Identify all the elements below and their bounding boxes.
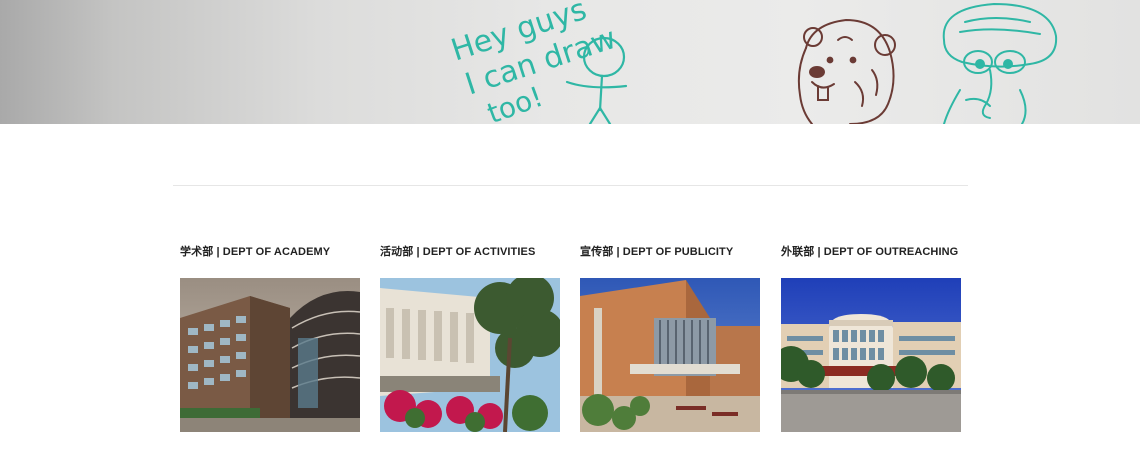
bear-doodle-icon bbox=[797, 18, 896, 124]
dept-title-publicity[interactable]: 宣传部 | DEPT OF PUBLICITY bbox=[580, 244, 761, 260]
dept-title-outreaching[interactable]: 外联部 | DEPT OF OUTREACHING bbox=[781, 244, 962, 260]
hero-banner: Hey guys I can draw too! bbox=[0, 0, 1140, 124]
dept-card-activities[interactable]: 活动部 | DEPT OF ACTIVITIES bbox=[380, 244, 561, 432]
dept-title-academy[interactable]: 学术部 | DEPT OF ACADEMY bbox=[180, 244, 361, 260]
building-photo-outreaching[interactable] bbox=[781, 278, 961, 432]
dept-card-academy[interactable]: 学术部 | DEPT OF ACADEMY bbox=[180, 244, 361, 432]
section-divider bbox=[173, 185, 968, 186]
building-photo-activities[interactable] bbox=[380, 278, 560, 432]
squid-doodle-icon bbox=[942, 2, 1058, 124]
dept-card-outreaching[interactable]: 外联部 | DEPT OF OUTREACHING bbox=[781, 244, 962, 432]
building-photo-academy[interactable] bbox=[180, 278, 360, 432]
building-photo-publicity[interactable] bbox=[580, 278, 760, 432]
dept-title-activities[interactable]: 活动部 | DEPT OF ACTIVITIES bbox=[380, 244, 561, 260]
dept-card-publicity[interactable]: 宣传部 | DEPT OF PUBLICITY bbox=[580, 244, 761, 432]
